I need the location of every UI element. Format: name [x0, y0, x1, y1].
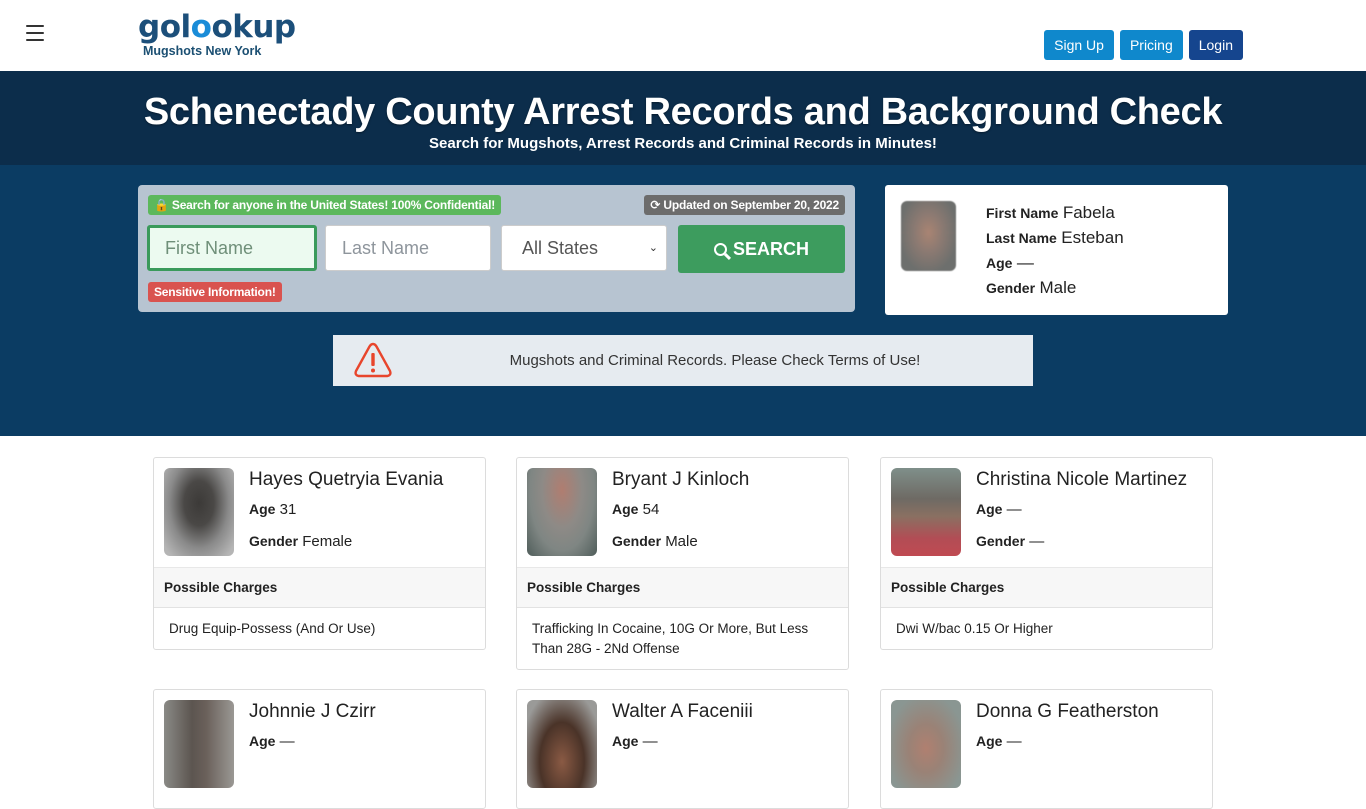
record-name[interactable]: Bryant J Kinloch [612, 469, 749, 491]
record-age: Age 54 [612, 501, 660, 518]
last-name-value: Esteban [1061, 228, 1124, 247]
terms-notice: Mugshots and Criminal Records. Please Ch… [333, 335, 1033, 386]
nav-buttons: Sign Up Pricing Login [1044, 30, 1243, 60]
person-photo [901, 201, 956, 271]
chevron-down-icon: ⌄ [648, 242, 658, 254]
mugshot-photo [891, 468, 961, 556]
logo-subtitle: Mugshots New York [143, 44, 262, 58]
charges-text: Drug Equip-Possess (And Or Use) [169, 621, 376, 636]
record-card[interactable]: Donna G Featherston Age — [880, 689, 1213, 809]
record-name[interactable]: Hayes Quetryia Evania [249, 469, 443, 491]
confidential-badge: 🔒 Search for anyone in the United States… [148, 195, 502, 215]
site-logo[interactable]: golookup Mugshots New York [138, 9, 296, 58]
hero-banner: Schenectady County Arrest Records and Ba… [0, 71, 1366, 165]
search-icon [713, 243, 727, 256]
pricing-button[interactable]: Pricing [1119, 30, 1183, 60]
lock-icon: 🔒 [154, 198, 169, 212]
record-card[interactable]: Johnnie J Czirr Age — [153, 689, 486, 809]
charges-text: Trafficking In Cocaine, 10G Or More, But… [532, 621, 809, 656]
record-gender: Gender Female [249, 533, 353, 550]
mugshot-photo [891, 700, 961, 788]
logo-wordmark: golookup [138, 9, 296, 45]
first-name-value: Fabela [1062, 203, 1115, 222]
record-age: Age 31 [249, 501, 297, 518]
first-name-input[interactable]: First Name [147, 225, 317, 271]
mugshot-photo [164, 700, 234, 788]
gender-value: Male [1039, 278, 1077, 297]
record-gender: Gender Male [612, 533, 698, 550]
charges-header: Possible Charges [517, 567, 848, 608]
record-age: Age — [249, 733, 295, 750]
record-age: Age — [612, 733, 658, 750]
search-panel: 🔒 Search for anyone in the United States… [138, 185, 855, 312]
record-name[interactable]: Donna G Featherston [976, 701, 1159, 723]
record-card[interactable]: Hayes Quetryia Evania Age 31 Gender Fema… [153, 457, 486, 650]
page-title: Schenectady County Arrest Records and Ba… [143, 91, 1223, 133]
record-card[interactable]: Christina Nicole Martinez Age — Gender —… [880, 457, 1213, 650]
top-navbar: golookup Mugshots New York Sign Up Prici… [0, 0, 1366, 71]
record-name[interactable]: Walter A Faceniii [612, 701, 753, 723]
record-name[interactable]: Christina Nicole Martinez [976, 469, 1187, 491]
record-age: Age — [976, 733, 1022, 750]
updated-badge: ⟳ Updated on September 20, 2022 [644, 195, 845, 215]
sign-up-button[interactable]: Sign Up [1044, 30, 1114, 60]
refresh-icon: ⟳ [650, 198, 661, 212]
charges-header: Possible Charges [154, 567, 485, 608]
record-gender: Gender — [976, 533, 1045, 550]
record-age: Age — [976, 501, 1022, 518]
login-button[interactable]: Login [1188, 30, 1243, 60]
record-card[interactable]: Walter A Faceniii Age — [516, 689, 849, 809]
last-name-input[interactable]: Last Name [325, 225, 491, 271]
state-select[interactable]: All States ⌄ [501, 225, 667, 271]
charges-text: Dwi W/bac 0.15 Or Higher [896, 621, 1053, 636]
mugshot-photo [527, 700, 597, 788]
age-value: — [1016, 253, 1034, 272]
search-button[interactable]: SEARCH [678, 225, 845, 273]
record-name[interactable]: Johnnie J Czirr [249, 701, 376, 723]
person-info: First Name Fabela Last Name Esteban Age … [986, 203, 1124, 297]
mugshot-photo [527, 468, 597, 556]
mugshot-photo [164, 468, 234, 556]
notice-text: Mugshots and Criminal Records. Please Ch… [509, 352, 921, 369]
hero-search-section: 🔒 Search for anyone in the United States… [0, 165, 1366, 436]
featured-person-card[interactable]: First Name Fabela Last Name Esteban Age … [885, 185, 1228, 315]
record-card[interactable]: Bryant J Kinloch Age 54 Gender Male Poss… [516, 457, 849, 670]
sensitive-info-badge: Sensitive Information! [148, 282, 282, 302]
page-subtitle: Search for Mugshots, Arrest Records and … [429, 135, 937, 152]
charges-header: Possible Charges [881, 567, 1212, 608]
hamburger-menu-icon[interactable] [26, 25, 44, 41]
